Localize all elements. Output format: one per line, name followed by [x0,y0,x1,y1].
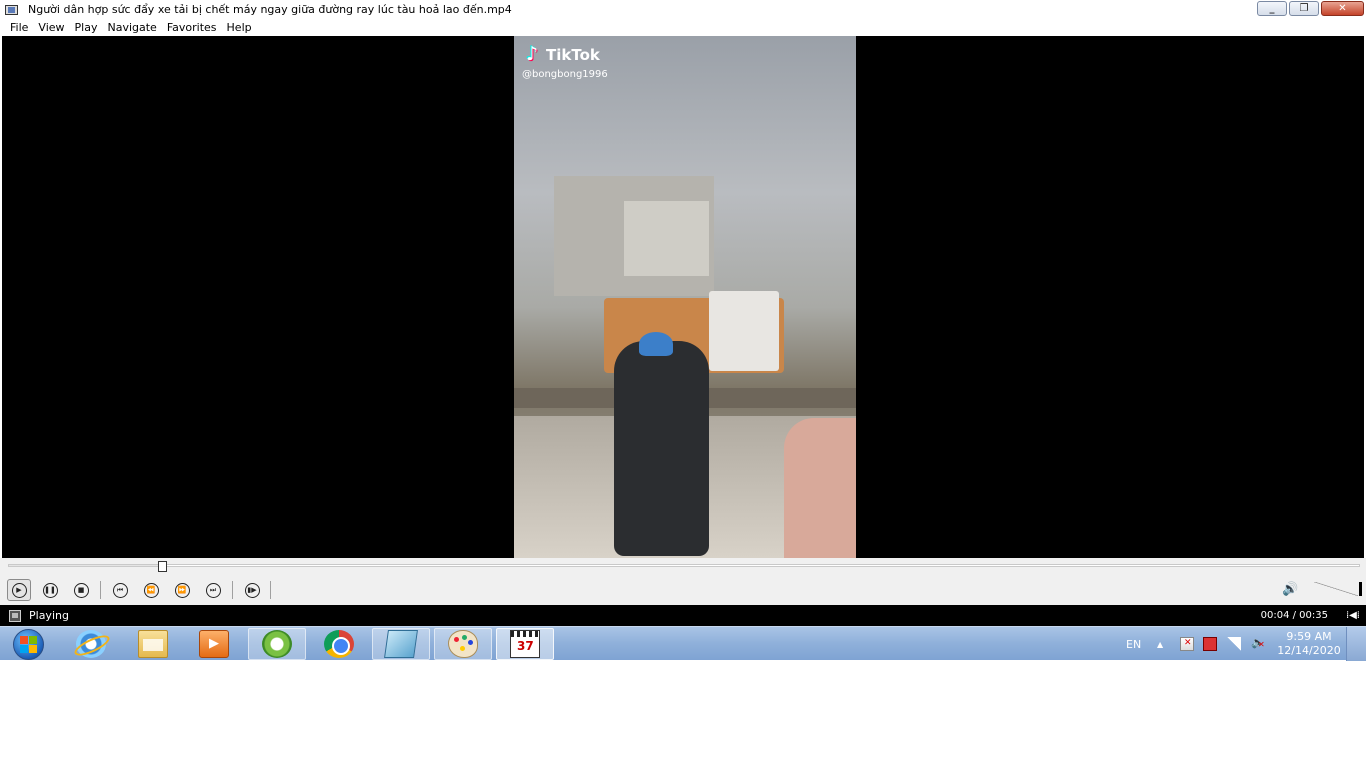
minimize-button[interactable]: _ [1257,1,1287,16]
volume-icon[interactable]: 🔊 [1282,583,1300,597]
clock-time: 9:59 AM [1286,630,1332,643]
volume-track [1314,582,1358,596]
fast-forward-button[interactable]: ⏩ [170,579,194,601]
pause-button[interactable]: ❚❚ [38,579,62,601]
video-scene-rider [614,341,709,556]
video-display[interactable]: TikTok @bongbong1996 [2,36,1364,558]
close-icon: ✕ [1338,2,1347,14]
toolbar-separator [232,581,233,599]
taskbar-chrome[interactable] [310,628,368,660]
menu-favorites[interactable]: Favorites [163,21,223,34]
internet-explorer-icon [76,630,106,658]
taskbar: EN ▲ 9:59 AM 12/14/2020 [0,626,1366,661]
seek-thumb[interactable] [158,561,168,572]
previous-button[interactable]: ⏮ [108,579,132,601]
taskbar-paint[interactable] [434,628,492,660]
action-center-icon[interactable] [1180,637,1194,651]
window-title: Người dân hợp sức đẩy xe tải bị chết máy… [28,3,512,16]
minimize-icon: _ [1269,2,1275,14]
playback-state: Playing [29,609,69,622]
toolbar-separator [100,581,101,599]
seek-progress [9,565,163,566]
show-desktop-button[interactable] [1346,627,1366,661]
play-icon: ▶ [11,582,27,598]
volume-slider[interactable] [1314,582,1362,597]
playback-controls: ▶ ❚❚ ■ ⏮ ⏪ ⏩ ⏭ ▮▶ 🔊 [0,575,1366,605]
taskbar-notebook[interactable] [372,628,430,660]
audio-channels-icon: ⁞◀⁞ [1345,610,1360,621]
tiktok-note-icon [526,43,542,65]
menu-bar: File View Play Navigate Favorites Help [0,19,1366,36]
media-player-icon [199,630,229,658]
tiktok-brand: TikTok [546,46,600,64]
video-frame: TikTok @bongbong1996 [514,36,856,558]
status-media-icon [9,609,21,622]
taskbar-internet-explorer[interactable] [62,628,120,660]
video-scene-pink-jacket [784,418,856,558]
menu-navigate[interactable]: Navigate [103,21,162,34]
next-button[interactable]: ⏭ [201,579,225,601]
notebook-icon [384,630,418,658]
coc-coc-icon [262,630,292,658]
menu-file[interactable]: File [6,21,34,34]
stop-icon: ■ [73,582,89,598]
taskbar-media-player-classic[interactable] [496,628,554,660]
seek-track[interactable] [8,564,1360,567]
seek-bar[interactable] [0,558,1366,575]
close-button[interactable]: ✕ [1321,1,1364,16]
fast-forward-icon: ⏩ [174,582,190,598]
restore-button[interactable]: ❐ [1289,1,1319,16]
rewind-icon: ⏪ [143,582,159,598]
windows-logo-icon [12,628,44,660]
device-icon[interactable] [1203,637,1217,651]
paint-palette-icon [448,630,478,658]
taskbar-media-player[interactable] [185,628,243,660]
clock-date: 12/14/2020 [1277,644,1341,657]
media-player-classic-icon [510,630,540,658]
playback-time: 00:04 / 00:35 [1260,610,1328,621]
start-button[interactable] [8,628,48,660]
restore-icon: ❐ [1299,2,1309,14]
skip-next-icon: ⏭ [205,582,221,598]
pause-icon: ❚❚ [42,582,58,598]
menu-help[interactable]: Help [223,21,258,34]
video-scene-truck-cab [709,291,779,371]
taskbar-windows-explorer[interactable] [124,628,182,660]
tiktok-handle: @bongbong1996 [522,69,608,80]
skip-previous-icon: ⏮ [112,582,128,598]
network-signal-icon[interactable] [1227,637,1241,651]
chrome-icon [324,630,354,658]
video-scene-helmet [639,332,673,356]
toolbar-separator [270,581,271,599]
media-player-icon[interactable] [4,3,20,17]
volume-muted-icon[interactable] [1251,636,1265,651]
frame-step-icon: ▮▶ [244,582,260,598]
volume-thumb[interactable] [1359,582,1362,596]
status-bar: Playing 00:04 / 00:35 ⁞◀⁞ [0,605,1366,626]
taskbar-coc-coc[interactable] [248,628,306,660]
language-indicator[interactable]: EN [1126,627,1141,661]
menu-view[interactable]: View [34,21,70,34]
frame-step-button[interactable]: ▮▶ [240,579,264,601]
system-clock[interactable]: 9:59 AM 12/14/2020 [1276,630,1342,658]
video-scene-building-tall [624,201,709,276]
window-controls: _ ❐ ✕ [1257,1,1364,16]
show-hidden-icons-icon[interactable]: ▲ [1157,627,1163,661]
title-bar: Người dân hợp sức đẩy xe tải bị chết máy… [0,0,1366,19]
tiktok-logo: TikTok [526,43,600,65]
play-button[interactable]: ▶ [7,579,31,601]
menu-play[interactable]: Play [71,21,104,34]
rewind-button[interactable]: ⏪ [139,579,163,601]
folder-icon [138,630,168,658]
stop-button[interactable]: ■ [69,579,93,601]
